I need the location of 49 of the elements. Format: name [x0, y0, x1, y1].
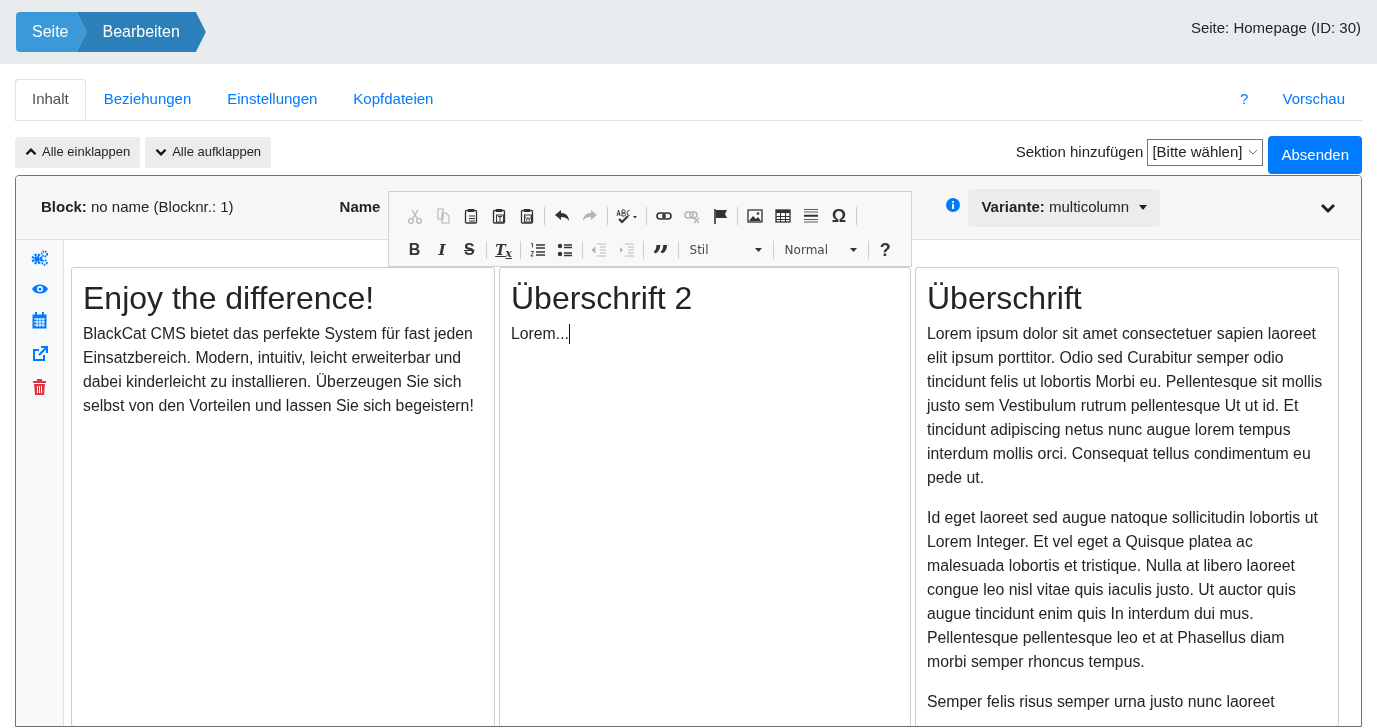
- caret-down-icon: [849, 248, 857, 252]
- strikethrough-button[interactable]: S: [455, 237, 483, 263]
- add-section-label: Sektion hinzufügen: [1015, 141, 1144, 162]
- caret-down-icon: [754, 248, 762, 252]
- section-select[interactable]: [Bitte wählen]: [1147, 138, 1264, 166]
- calendar-icon[interactable]: [32, 312, 47, 329]
- style-dropdown[interactable]: Stil: [681, 238, 770, 262]
- style-dropdown[interactable]: Normal: [776, 238, 865, 262]
- collapse-all-button[interactable]: Alle einklappen: [15, 136, 141, 168]
- special-character-button[interactable]: Ω: [825, 203, 853, 229]
- content-column[interactable]: Überschrift 2 Lorem...: [499, 267, 911, 726]
- chevron-down-icon: [155, 147, 168, 157]
- paragraph: Lorem ipsum dolor sit amet consectetuer sapien laoreet elit ipsum porttitor. Odio sed Curabitur semper odio tincidunt felis ut lobortis Morbi eu. Pellentesque sit mollis justo sem Vestibulum rutrum pellentesque Ut ut id. Et tincidunt adipiscing netus nunc augue lorem tempus interdum mollis orci. Consequat tellus condimentum eu pede ut.: [927, 324, 1324, 488]
- chevron-up-icon: [25, 147, 37, 157]
- help-link[interactable]: ?: [1223, 79, 1266, 120]
- gears-icon[interactable]: [30, 250, 49, 266]
- chevron-down-icon[interactable]: [1320, 201, 1336, 214]
- paragraph: Lorem...: [511, 324, 569, 344]
- tab[interactable]: Kopfdateien: [335, 79, 452, 120]
- bold-button[interactable]: B: [401, 237, 429, 263]
- caret-down-icon: [1139, 205, 1147, 210]
- trash-icon[interactable]: [33, 379, 46, 395]
- blockquote-button[interactable]: ”: [647, 237, 675, 263]
- column-heading: Überschrift: [927, 279, 1083, 318]
- block-title: Block: no name (Blocknr.: 1): [41, 197, 234, 218]
- column-heading: Überschrift 2: [511, 279, 694, 318]
- preview-link[interactable]: Vorschau: [1265, 79, 1362, 120]
- page-info: Seite: Homepage (ID: 30): [1190, 18, 1361, 38]
- info-icon[interactable]: [946, 198, 961, 212]
- tab[interactable]: Inhalt: [15, 79, 86, 120]
- breadcrumb-item[interactable]: Bearbeiten: [76, 12, 206, 52]
- help-button[interactable]: ?: [871, 237, 899, 263]
- submit-button[interactable]: Absenden: [1268, 136, 1362, 174]
- paragraph: Semper felis risus semper urna justo nunc laoreet: [927, 692, 1276, 712]
- clear-format-button[interactable]: T$_{x}$: [489, 237, 518, 263]
- content-column[interactable]: [71, 267, 495, 726]
- external-link-icon[interactable]: [31, 346, 48, 362]
- eye-icon[interactable]: [30, 283, 49, 295]
- italic-button[interactable]: I: [428, 237, 456, 263]
- paragraph: BlackCat CMS bietet das perfekte System für fast jeden Einsatzbereich. Modern, intuitiv, leicht erweiterbar und dabei kinderleicht zu installieren. Überzeugen Sie sich selbst von den Vorteilen und lassen Sie sich begeistern!: [83, 324, 475, 416]
- tab[interactable]: Einstellungen: [209, 79, 336, 120]
- paragraph: Id eget laoreet sed augue natoque sollicitudin lobortis ut Lorem Integer. Et vel eget a Quisque platea ac malesuada lobortis et tristique. Nulla at libero laoreet congue leo nisl vitae quis iaculis justo. Ut auctor quis augue tincidunt enim quis In interdum dui mus. Pellentesque pellentesque leo et at Phasellus diam morbi semper rhoncus tempus.: [927, 508, 1319, 672]
- expand-all-button[interactable]: Alle aufklappen: [145, 136, 272, 168]
- name-label: Name: [339, 197, 381, 218]
- variant-dropdown[interactable]: Variante: multicolumn: [968, 188, 1160, 227]
- content-column[interactable]: [915, 267, 1339, 726]
- chevron-down-icon: [1248, 149, 1259, 155]
- column-heading: Enjoy the difference!: [83, 279, 376, 318]
- tab[interactable]: Beziehungen: [85, 79, 210, 120]
